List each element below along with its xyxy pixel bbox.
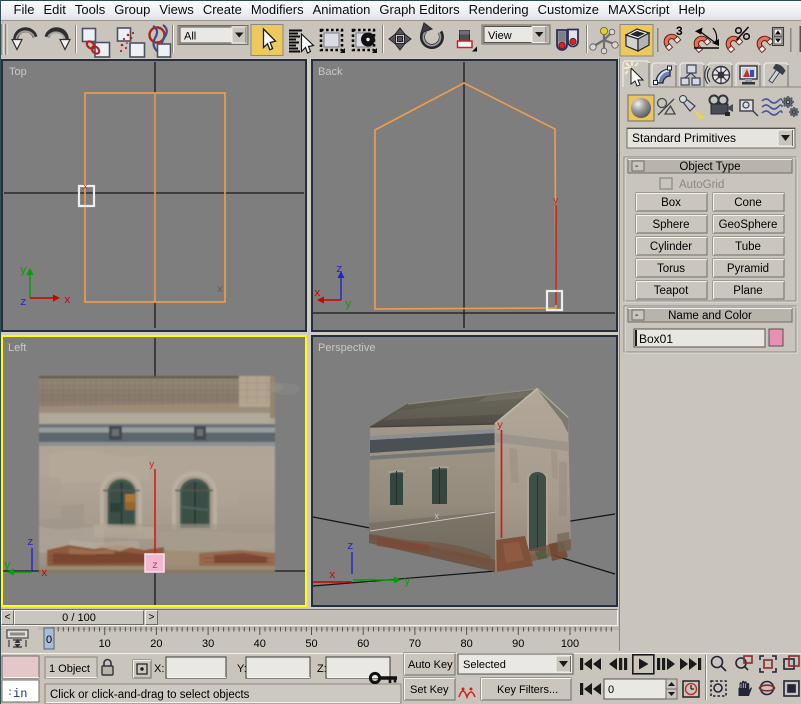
svg-text:Sphere: Sphere <box>652 219 689 231</box>
svg-text:y: y <box>149 460 155 470</box>
svg-text:Box: Box <box>661 197 681 209</box>
svg-text:z: z <box>152 561 158 572</box>
svg-text:Cylinder: Cylinder <box>650 241 692 253</box>
svg-text:y: y <box>4 560 11 572</box>
svg-text:x: x <box>314 288 321 300</box>
svg-text:Set Key: Set Key <box>410 684 449 696</box>
svg-text:50: 50 <box>305 638 317 650</box>
svg-text:0: 0 <box>608 684 614 696</box>
svg-text:Selected: Selected <box>463 659 506 671</box>
svg-text:View: View <box>488 30 512 42</box>
svg-text:x: x <box>64 295 71 307</box>
svg-text:X:: X: <box>154 663 164 675</box>
svg-text::: : <box>7 688 13 699</box>
svg-text:y: y <box>404 576 411 588</box>
svg-text:x: x <box>434 512 439 522</box>
svg-text:z: z <box>27 537 34 549</box>
svg-text:-: - <box>635 310 638 321</box>
svg-text:60: 60 <box>357 638 369 650</box>
svg-text:100: 100 <box>561 638 579 650</box>
svg-text:Z:: Z: <box>317 663 327 675</box>
svg-text:Key Filters...: Key Filters... <box>497 684 558 696</box>
svg-text:80: 80 <box>460 638 472 650</box>
svg-text:x: x <box>83 183 88 192</box>
svg-text:GeoSphere: GeoSphere <box>719 219 778 231</box>
svg-text:x: x <box>41 568 48 580</box>
svg-text:0: 0 <box>46 634 52 646</box>
svg-text:90: 90 <box>512 638 524 650</box>
svg-text:z: z <box>20 297 27 309</box>
svg-text:y: y <box>553 196 559 206</box>
svg-text:Top: Top <box>9 66 27 78</box>
svg-text:40: 40 <box>254 638 266 650</box>
svg-text:1 Object: 1 Object <box>49 663 90 675</box>
svg-text:Perspective: Perspective <box>318 342 375 354</box>
svg-text:z: z <box>336 264 343 276</box>
svg-text:Name and Color: Name and Color <box>668 310 752 322</box>
svg-text:Cone: Cone <box>734 197 762 209</box>
svg-text:Back: Back <box>318 66 343 78</box>
svg-text:in: in <box>13 687 27 701</box>
svg-text:Click or click-and-drag to sel: Click or click-and-drag to select object… <box>50 689 250 701</box>
svg-text:70: 70 <box>409 638 421 650</box>
svg-text:Object Type: Object Type <box>679 161 740 173</box>
svg-text:30: 30 <box>202 638 214 650</box>
svg-text:-: - <box>635 161 638 172</box>
svg-text:y: y <box>497 421 503 432</box>
svg-text:Tube: Tube <box>735 241 761 253</box>
svg-text:20: 20 <box>150 638 162 650</box>
svg-text:z: z <box>347 541 354 553</box>
svg-text:Standard Primitives: Standard Primitives <box>632 131 736 145</box>
svg-text:AutoGrid: AutoGrid <box>679 179 724 191</box>
svg-text:y: y <box>20 265 27 277</box>
svg-text:Plane: Plane <box>733 285 762 297</box>
svg-text:3: 3 <box>676 24 683 38</box>
svg-text:All: All <box>184 31 196 43</box>
svg-text:Y:: Y: <box>237 663 247 675</box>
svg-text:Left: Left <box>8 342 26 354</box>
svg-text:10: 10 <box>99 638 111 650</box>
svg-text:x: x <box>217 285 223 296</box>
svg-text:Auto Key: Auto Key <box>408 659 453 671</box>
svg-text:Box01: Box01 <box>639 332 673 346</box>
svg-text:x: x <box>329 570 336 582</box>
svg-text:y: y <box>345 299 352 311</box>
svg-text:Torus: Torus <box>657 263 685 275</box>
svg-text:Teapot: Teapot <box>654 285 689 297</box>
svg-text:Pyramid: Pyramid <box>727 263 769 275</box>
